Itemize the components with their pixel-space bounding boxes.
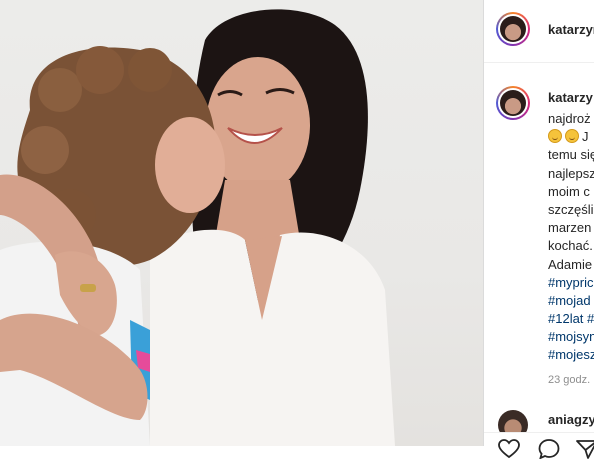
comment-username[interactable]: aniagzy [548,412,594,427]
action-bar [484,432,594,459]
hashtag-link[interactable]: #mojad [548,292,594,310]
caption-line: marzen [548,220,592,236]
hashtag-link[interactable]: #mojesz [548,346,594,364]
hashtag-link[interactable]: #mypric [548,274,594,292]
heart-icon[interactable] [498,439,520,459]
profile-avatar[interactable] [496,12,530,46]
post-username[interactable]: katarzyn [548,22,594,37]
caption-author[interactable]: katarzy [548,90,593,105]
caption-line: moim c [548,183,590,199]
emoji-icon [548,129,562,144]
caption-avatar[interactable] [496,86,530,120]
emoji-icon [565,129,579,144]
caption-line: najlepsz [548,165,594,181]
hashtag-link[interactable]: #12lat # [548,310,594,328]
hashtag-link[interactable]: #mojsyn [548,328,594,346]
caption-line: J [548,128,594,146]
post-side-panel: katarzyn katarzy najdroż J temu się najl… [483,0,594,459]
photo-illustration [0,9,395,446]
caption-line: Adamie [548,256,593,272]
caption-line: najdroż [548,111,591,126]
post-photo[interactable] [0,0,483,446]
post-header: katarzyn [484,0,594,63]
post-timestamp[interactable]: 23 godz. [548,374,590,386]
caption-line: szczęśli [548,201,594,217]
caption-line: kochać. [548,238,593,254]
caption-line: temu się [548,147,594,163]
comment-icon[interactable] [538,439,560,459]
caption-line-text: J [582,129,589,145]
share-icon[interactable] [576,439,594,459]
caption-text: najdroż J temu się najlepsz moim c szczę… [548,110,594,365]
